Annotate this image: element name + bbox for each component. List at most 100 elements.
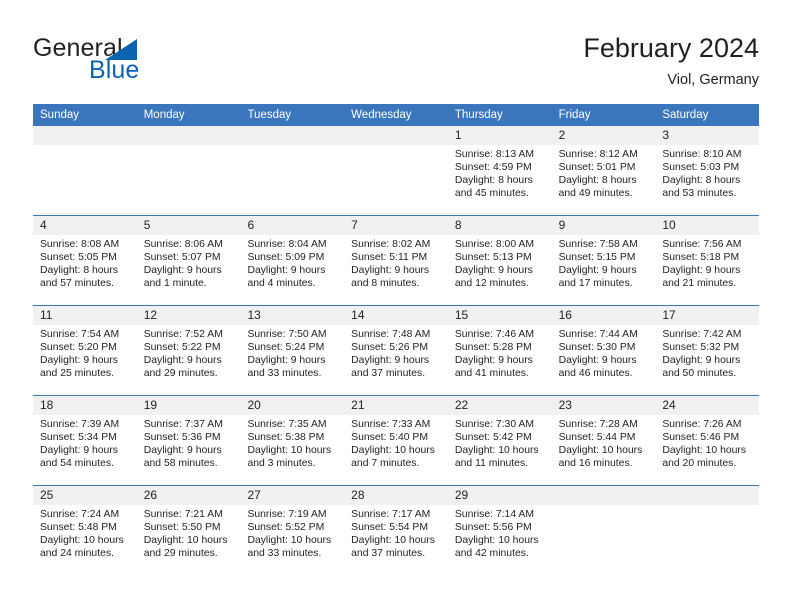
day-number[interactable]: 14 <box>344 306 448 325</box>
day-detail-line: and 53 minutes. <box>662 187 737 199</box>
day-cell[interactable]: Sunrise: 8:10 AM Sunset: 5:03 PM Daylight:… <box>655 145 759 215</box>
day-number[interactable]: 26 <box>137 486 241 505</box>
day-cell[interactable]: Sunrise: 8:00 AM Sunset: 5:13 PM Daylight:… <box>448 235 552 305</box>
day-cell[interactable]: Sunrise: 7:28 AM Sunset: 5:44 PM Daylight:… <box>552 415 656 485</box>
day-number[interactable]: 2 <box>552 126 656 145</box>
day-cell[interactable]: Sunrise: 7:46 AM Sunset: 5:28 PM Daylight:… <box>448 325 552 395</box>
day-number[interactable]: 12 <box>137 306 241 325</box>
day-cell[interactable]: Sunrise: 8:02 AM Sunset: 5:11 PM Daylight:… <box>344 235 448 305</box>
day-cell[interactable]: Sunrise: 7:52 AM Sunset: 5:22 PM Daylight:… <box>137 325 241 395</box>
day-cell-empty <box>552 505 656 575</box>
day-detail-line: Daylight: 9 hours <box>454 264 533 276</box>
day-cell[interactable]: Sunrise: 7:33 AM Sunset: 5:40 PM Daylight:… <box>344 415 448 485</box>
day-cell[interactable]: Sunrise: 8:06 AM Sunset: 5:07 PM Daylight:… <box>137 235 241 305</box>
day-cell[interactable]: Sunrise: 7:58 AM Sunset: 5:15 PM Daylight:… <box>552 235 656 305</box>
week-day-number-band: 123 <box>33 126 759 145</box>
day-detail-line: Sunset: 5:42 PM <box>454 431 532 443</box>
day-detail-line: Sunrise: 7:56 AM <box>662 239 742 250</box>
day-cell[interactable]: Sunrise: 7:39 AM Sunset: 5:34 PM Daylight:… <box>33 415 137 485</box>
day-number[interactable]: 1 <box>448 126 552 145</box>
day-detail-line: Daylight: 10 hours <box>351 534 435 546</box>
day-number[interactable]: 21 <box>344 396 448 415</box>
day-detail-line: Daylight: 10 hours <box>558 444 643 456</box>
day-cell[interactable]: Sunrise: 7:19 AM Sunset: 5:52 PM Daylight:… <box>240 505 344 575</box>
day-number[interactable]: 27 <box>240 486 344 505</box>
day-detail-line: Sunset: 5:54 PM <box>351 521 428 533</box>
day-detail-line: Daylight: 9 hours <box>40 354 118 366</box>
weekday-header-friday: Friday <box>558 109 591 121</box>
weekday-header-thursday: Thursday <box>454 109 503 121</box>
day-detail-line: Daylight: 8 hours <box>558 174 637 186</box>
weekday-header-sunday: Sunday <box>40 109 80 121</box>
day-detail-line: Sunset: 5:30 PM <box>558 341 636 353</box>
day-cell[interactable]: Sunrise: 8:04 AM Sunset: 5:09 PM Daylight:… <box>240 235 344 305</box>
day-number[interactable]: 10 <box>655 216 759 235</box>
day-cell[interactable]: Sunrise: 7:21 AM Sunset: 5:50 PM Daylight:… <box>137 505 241 575</box>
day-number[interactable]: 22 <box>448 396 552 415</box>
day-cell[interactable]: Sunrise: 7:17 AM Sunset: 5:54 PM Daylight:… <box>344 505 448 575</box>
day-cell[interactable]: Sunrise: 7:26 AM Sunset: 5:46 PM Daylight:… <box>655 415 759 485</box>
day-detail-line: Sunrise: 7:33 AM <box>351 419 431 430</box>
day-number[interactable]: 4 <box>33 216 137 235</box>
day-cell[interactable]: Sunrise: 7:14 AM Sunset: 5:56 PM Daylight:… <box>448 505 552 575</box>
day-number[interactable]: 23 <box>552 396 656 415</box>
week-details-band: Sunrise: 8:08 AM Sunset: 5:05 PM Daylight:… <box>33 235 759 305</box>
day-number[interactable]: 11 <box>33 306 137 325</box>
day-number[interactable]: 19 <box>137 396 241 415</box>
day-detail-line: Sunset: 5:09 PM <box>247 251 325 263</box>
day-cell[interactable]: Sunrise: 7:30 AM Sunset: 5:42 PM Daylight:… <box>448 415 552 485</box>
day-detail-line: Sunrise: 8:04 AM <box>247 239 327 250</box>
day-number[interactable]: 20 <box>240 396 344 415</box>
weekday-header-row: Sunday Monday Tuesday Wednesday Thursday… <box>33 104 759 126</box>
day-number[interactable]: 18 <box>33 396 137 415</box>
day-number[interactable]: 13 <box>240 306 344 325</box>
day-number[interactable]: 28 <box>344 486 448 505</box>
day-detail-line: Sunrise: 7:26 AM <box>662 419 742 430</box>
day-detail-line: and 33 minutes. <box>247 367 322 379</box>
day-number[interactable]: 24 <box>655 396 759 415</box>
day-number[interactable]: 25 <box>33 486 137 505</box>
day-detail-line: and 41 minutes. <box>454 367 529 379</box>
day-number[interactable]: 9 <box>552 216 656 235</box>
calendar-week-row: 4 5 6 7 8 9 10 Sunrise: 8:08 AM Sunset: 5:05 PM D… <box>33 215 759 305</box>
day-number[interactable]: 8 <box>448 216 552 235</box>
day-detail-line: Sunset: 4:59 PM <box>454 161 532 173</box>
day-detail-line: Sunrise: 7:52 AM <box>143 329 223 340</box>
day-number[interactable]: 7 <box>344 216 448 235</box>
day-cell[interactable]: Sunrise: 7:48 AM Sunset: 5:26 PM Daylight:… <box>344 325 448 395</box>
day-cell[interactable]: Sunrise: 7:56 AM Sunset: 5:18 PM Daylight:… <box>655 235 759 305</box>
day-detail-line: Sunset: 5:13 PM <box>454 251 532 263</box>
day-cell[interactable]: Sunrise: 7:35 AM Sunset: 5:38 PM Daylight:… <box>240 415 344 485</box>
day-number[interactable]: 3 <box>655 126 759 145</box>
page-title: February 2024 <box>583 33 759 63</box>
day-number[interactable]: 16 <box>552 306 656 325</box>
day-detail-line: Sunset: 5:20 PM <box>40 341 117 353</box>
day-number[interactable]: 15 <box>448 306 552 325</box>
day-cell[interactable]: Sunrise: 8:12 AM Sunset: 5:01 PM Daylight:… <box>552 145 656 215</box>
page-header: General Blue February 2024 Viol, Germany <box>0 0 792 104</box>
day-detail-line: Daylight: 10 hours <box>247 444 332 456</box>
calendar-week-row: 11 12 13 14 15 16 17 Sunrise: 7:54 AM Sunset: 5:… <box>33 305 759 395</box>
day-detail-line: and 58 minutes. <box>143 457 218 469</box>
weekday-header-saturday: Saturday <box>662 109 709 121</box>
day-cell[interactable]: Sunrise: 7:54 AM Sunset: 5:20 PM Daylight:… <box>33 325 137 395</box>
day-cell[interactable]: Sunrise: 7:24 AM Sunset: 5:48 PM Daylight:… <box>33 505 137 575</box>
day-cell[interactable]: Sunrise: 7:44 AM Sunset: 5:30 PM Daylight:… <box>552 325 656 395</box>
day-detail-line: Daylight: 8 hours <box>662 174 741 186</box>
day-detail-line: Daylight: 9 hours <box>143 354 222 366</box>
calendar-week-row: 18 19 20 21 22 23 24 Sunrise: 7:39 AM Sunset: 5:… <box>33 395 759 485</box>
day-number[interactable]: 6 <box>240 216 344 235</box>
week-details-band: Sunrise: 7:54 AM Sunset: 5:20 PM Daylight:… <box>33 325 759 395</box>
day-number[interactable]: 17 <box>655 306 759 325</box>
day-detail-line: and 4 minutes. <box>247 277 316 289</box>
day-cell[interactable]: Sunrise: 7:50 AM Sunset: 5:24 PM Daylight:… <box>240 325 344 395</box>
week-day-number-band: 11 12 13 14 15 16 17 <box>33 306 759 325</box>
day-detail-line: and 25 minutes. <box>40 367 114 379</box>
brand-logo[interactable]: General Blue <box>33 36 233 88</box>
day-number[interactable]: 5 <box>137 216 241 235</box>
day-number[interactable]: 29 <box>448 486 552 505</box>
day-cell[interactable]: Sunrise: 8:13 AM Sunset: 4:59 PM Daylight:… <box>448 145 552 215</box>
day-cell[interactable]: Sunrise: 8:08 AM Sunset: 5:05 PM Daylight:… <box>33 235 137 305</box>
day-cell[interactable]: Sunrise: 7:42 AM Sunset: 5:32 PM Daylight:… <box>655 325 759 395</box>
day-cell[interactable]: Sunrise: 7:37 AM Sunset: 5:36 PM Daylight:… <box>137 415 241 485</box>
